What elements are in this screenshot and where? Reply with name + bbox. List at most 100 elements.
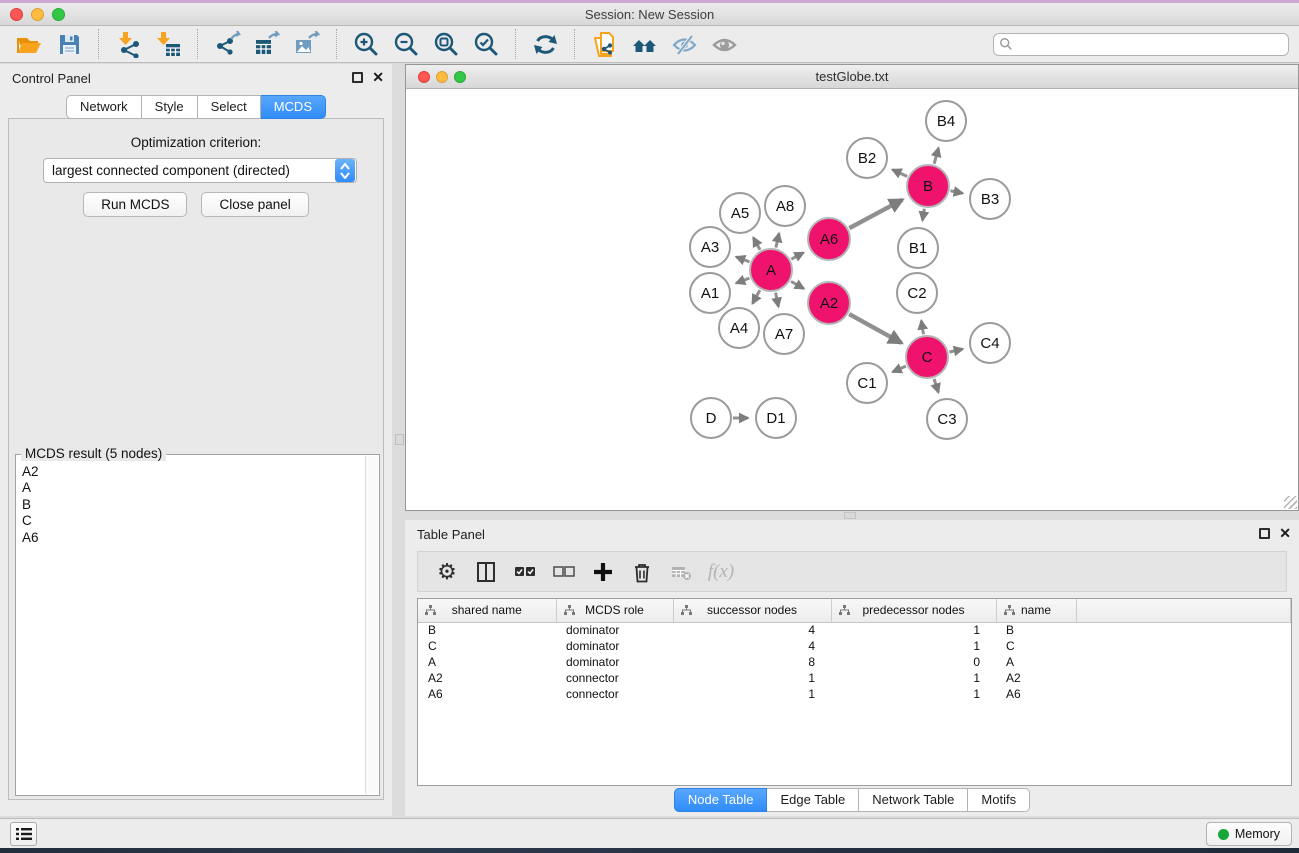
- graph-edge-A-A6[interactable]: [791, 253, 803, 259]
- graph-edge-B-B3[interactable]: [951, 191, 963, 194]
- tab-network-table[interactable]: Network Table: [859, 788, 968, 812]
- table-cell[interactable]: A: [996, 654, 1076, 670]
- function-builder-button[interactable]: f(x): [705, 557, 735, 587]
- graph-node-A1[interactable]: A1: [689, 272, 731, 314]
- graph-node-A4[interactable]: A4: [718, 307, 760, 349]
- graph-edge-A2-C[interactable]: [849, 314, 901, 343]
- tab-style[interactable]: Style: [142, 95, 198, 119]
- graph-node-D1[interactable]: D1: [755, 397, 797, 439]
- create-column-button[interactable]: [588, 557, 618, 587]
- graph-edge-C-C1[interactable]: [893, 366, 906, 372]
- result-item[interactable]: A2: [22, 464, 364, 480]
- close-table-panel-icon[interactable]: ✕: [1279, 526, 1291, 540]
- graph-node-A8[interactable]: A8: [764, 185, 806, 227]
- column-header-name[interactable]: name: [996, 599, 1076, 622]
- save-session-button[interactable]: [49, 29, 89, 59]
- tab-motifs[interactable]: Motifs: [968, 788, 1030, 812]
- graph-node-A5[interactable]: A5: [719, 192, 761, 234]
- table-options-button[interactable]: ⚙: [432, 557, 462, 587]
- table-cell[interactable]: connector: [556, 670, 673, 686]
- table-row[interactable]: A2connector11A2: [418, 670, 1291, 686]
- graph-node-C[interactable]: C: [905, 335, 949, 379]
- close-panel-icon[interactable]: ✕: [372, 70, 384, 84]
- tab-mcds[interactable]: MCDS: [261, 95, 326, 119]
- column-header-mcds-role[interactable]: MCDS role: [556, 599, 673, 622]
- graph-edge-B-B1[interactable]: [922, 209, 924, 221]
- tab-select[interactable]: Select: [198, 95, 261, 119]
- table-cell[interactable]: C: [996, 638, 1076, 654]
- delete-column-button[interactable]: [627, 557, 657, 587]
- table-row[interactable]: Cdominator41C: [418, 638, 1291, 654]
- table-cell[interactable]: 0: [831, 654, 996, 670]
- table-cell[interactable]: B: [996, 622, 1076, 638]
- attribute-table[interactable]: shared nameMCDS rolesuccessor nodesprede…: [418, 599, 1291, 702]
- window-resize-grip[interactable]: [1284, 496, 1297, 509]
- graph-edge-C-C3[interactable]: [934, 379, 938, 392]
- search-input[interactable]: [1013, 35, 1288, 54]
- table-cell[interactable]: A2: [418, 670, 556, 686]
- table-cell[interactable]: 1: [673, 670, 831, 686]
- graph-edge-A-A1[interactable]: [736, 278, 749, 283]
- graph-node-C3[interactable]: C3: [926, 398, 968, 440]
- table-row[interactable]: Adominator80A: [418, 654, 1291, 670]
- graph-edge-A-A7[interactable]: [776, 293, 779, 307]
- graph-edge-A-A4[interactable]: [753, 290, 760, 303]
- graph-edge-A-A5[interactable]: [753, 238, 760, 250]
- graph-node-A3[interactable]: A3: [689, 226, 731, 268]
- graph-node-C4[interactable]: C4: [969, 322, 1011, 364]
- table-cell[interactable]: 4: [673, 622, 831, 638]
- graph-node-B[interactable]: B: [906, 164, 950, 208]
- graph-node-B4[interactable]: B4: [925, 100, 967, 142]
- show-columns-button[interactable]: [471, 557, 501, 587]
- select-all-columns-button[interactable]: [510, 557, 540, 587]
- graph-edge-B-B4[interactable]: [934, 148, 938, 164]
- graph-node-A7[interactable]: A7: [763, 313, 805, 355]
- zoom-fit-button[interactable]: [426, 29, 466, 59]
- graph-node-B2[interactable]: B2: [846, 137, 888, 179]
- table-cell[interactable]: A: [418, 654, 556, 670]
- table-cell[interactable]: C: [418, 638, 556, 654]
- network-window-titlebar[interactable]: testGlobe.txt: [406, 65, 1298, 89]
- show-all-button[interactable]: [704, 29, 744, 59]
- import-table-button[interactable]: [148, 29, 188, 59]
- export-image-button[interactable]: [287, 29, 327, 59]
- graph-node-B1[interactable]: B1: [897, 227, 939, 269]
- result-item[interactable]: A: [22, 480, 364, 496]
- open-session-button[interactable]: [9, 29, 49, 59]
- hide-selected-button[interactable]: [664, 29, 704, 59]
- delete-table-button[interactable]: [666, 557, 696, 587]
- table-cell[interactable]: dominator: [556, 638, 673, 654]
- zoom-in-button[interactable]: [346, 29, 386, 59]
- vertical-splitter-handle[interactable]: [395, 434, 404, 445]
- first-neighbors-button[interactable]: [624, 29, 664, 59]
- table-cell[interactable]: 4: [673, 638, 831, 654]
- table-row[interactable]: A6connector11A6: [418, 686, 1291, 702]
- deselect-all-columns-button[interactable]: [549, 557, 579, 587]
- apply-layout-button[interactable]: [525, 29, 565, 59]
- graph-edge-C-C4[interactable]: [949, 349, 962, 352]
- graph-edge-B-B2[interactable]: [892, 170, 907, 177]
- result-item[interactable]: B: [22, 497, 364, 513]
- table-cell[interactable]: B: [418, 622, 556, 638]
- graph-edge-A-A2[interactable]: [791, 281, 804, 288]
- duplicate-network-button[interactable]: [584, 29, 624, 59]
- graph-edge-A-A8[interactable]: [776, 233, 779, 247]
- graph-edge-A-A3[interactable]: [736, 257, 749, 262]
- zoom-selected-button[interactable]: [466, 29, 506, 59]
- table-cell[interactable]: 8: [673, 654, 831, 670]
- column-header-shared-name[interactable]: shared name: [418, 599, 556, 622]
- table-cell[interactable]: 1: [831, 670, 996, 686]
- graph-node-C1[interactable]: C1: [846, 362, 888, 404]
- table-cell[interactable]: 1: [831, 622, 996, 638]
- table-cell[interactable]: 1: [831, 686, 996, 702]
- graph-edge-A6-B[interactable]: [849, 200, 902, 228]
- memory-button[interactable]: Memory: [1206, 822, 1292, 846]
- tab-edge-table[interactable]: Edge Table: [767, 788, 859, 812]
- graph-node-D[interactable]: D: [690, 397, 732, 439]
- table-row[interactable]: Bdominator41B: [418, 622, 1291, 638]
- table-cell[interactable]: dominator: [556, 622, 673, 638]
- network-canvas[interactable]: B4B2BB3A5A8A6B1A3AC2A1A2A4A7C4CC1C3DD1: [406, 89, 1298, 510]
- tab-node-table[interactable]: Node Table: [674, 788, 768, 812]
- graph-node-A6[interactable]: A6: [807, 217, 851, 261]
- result-item[interactable]: C: [22, 513, 364, 529]
